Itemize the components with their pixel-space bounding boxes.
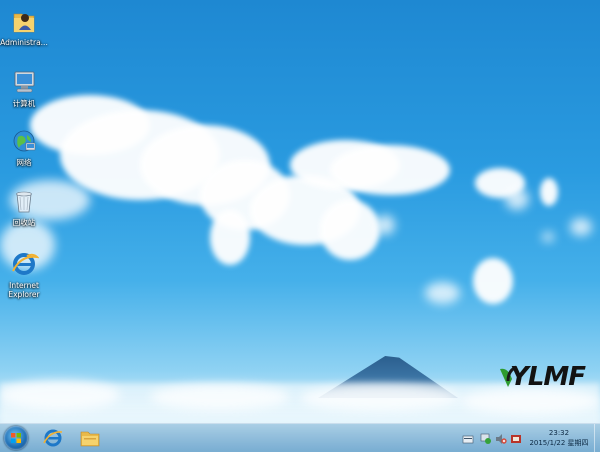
taskbar: 23:32 2015/1/22 星期四 xyxy=(0,423,600,452)
desktop-icon-computer[interactable]: 计算机 xyxy=(0,67,48,108)
recycle-bin-icon xyxy=(9,186,39,216)
icon-label: Internet Explorer xyxy=(8,281,40,299)
icon-label: 计算机 xyxy=(12,99,36,108)
desktop-icon-recycle-bin[interactable]: 回收站 xyxy=(0,186,48,227)
computer-icon xyxy=(9,67,39,97)
desktop-icon-internet-explorer[interactable]: Internet Explorer xyxy=(0,249,48,299)
ylmf-logo: YLMF xyxy=(498,363,600,391)
user-folder-icon xyxy=(9,6,39,36)
icon-label: 网络 xyxy=(16,158,32,167)
internet-explorer-icon xyxy=(9,249,40,279)
desktop-icon-administrator[interactable]: Administra... xyxy=(0,6,48,47)
desktop-icon-network[interactable]: 网络 xyxy=(0,126,48,167)
volume-muted-icon xyxy=(496,434,507,444)
action-center-flag-icon xyxy=(462,435,474,444)
clock-date: 2015/1/22 星期四 xyxy=(529,439,589,447)
start-button[interactable] xyxy=(4,426,28,450)
logo-text: YLMF xyxy=(510,362,586,392)
tray-volume[interactable] xyxy=(495,430,507,444)
clock-time: 23:32 xyxy=(548,429,570,437)
desktop[interactable]: Administra... 计算机 网络 回收站 Internet Explor… xyxy=(0,0,600,452)
windows-orb-icon xyxy=(11,433,21,443)
icon-label: Administra... xyxy=(0,38,48,47)
tray-action-center[interactable] xyxy=(462,430,474,444)
file-explorer-icon xyxy=(80,431,100,447)
internet-explorer-icon xyxy=(43,429,63,447)
network-icon xyxy=(480,433,491,444)
taskbar-ie-button[interactable] xyxy=(42,427,64,449)
taskbar-explorer-button[interactable] xyxy=(79,427,101,449)
tray-language[interactable] xyxy=(510,430,522,443)
show-desktop-button[interactable] xyxy=(594,424,600,452)
tray-network[interactable] xyxy=(480,430,492,444)
system-clock[interactable]: 23:32 2015/1/22 星期四 xyxy=(522,428,596,448)
icon-label: 回收站 xyxy=(12,218,36,227)
language-icon xyxy=(511,435,521,443)
network-globe-icon xyxy=(9,126,39,156)
